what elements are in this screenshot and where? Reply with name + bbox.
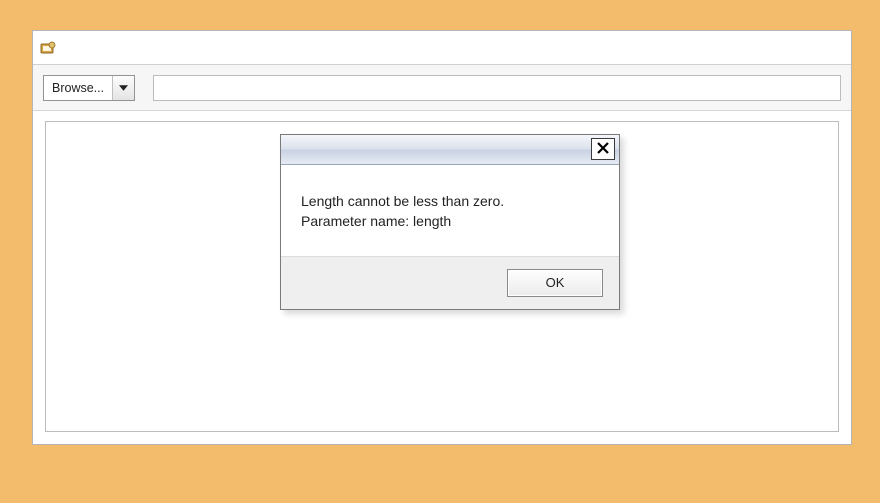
error-dialog: Length cannot be less than zero. Paramet… [280,134,620,310]
dialog-footer: OK [281,256,619,309]
dialog-message-line1: Length cannot be less than zero. [301,191,599,211]
dialog-message-line2: Parameter name: length [301,211,599,231]
browse-dropdown[interactable]: Browse... [43,75,135,101]
browse-label: Browse... [44,76,112,100]
close-button[interactable] [591,138,615,160]
close-icon [597,142,609,157]
address-input[interactable] [153,75,841,101]
chevron-down-icon[interactable] [112,76,134,100]
app-icon [39,39,57,57]
title-bar [33,31,851,65]
ok-button[interactable]: OK [507,269,603,297]
dialog-message: Length cannot be less than zero. Paramet… [281,165,619,256]
toolbar: Browse... [33,65,851,111]
dialog-title-bar [281,135,619,165]
